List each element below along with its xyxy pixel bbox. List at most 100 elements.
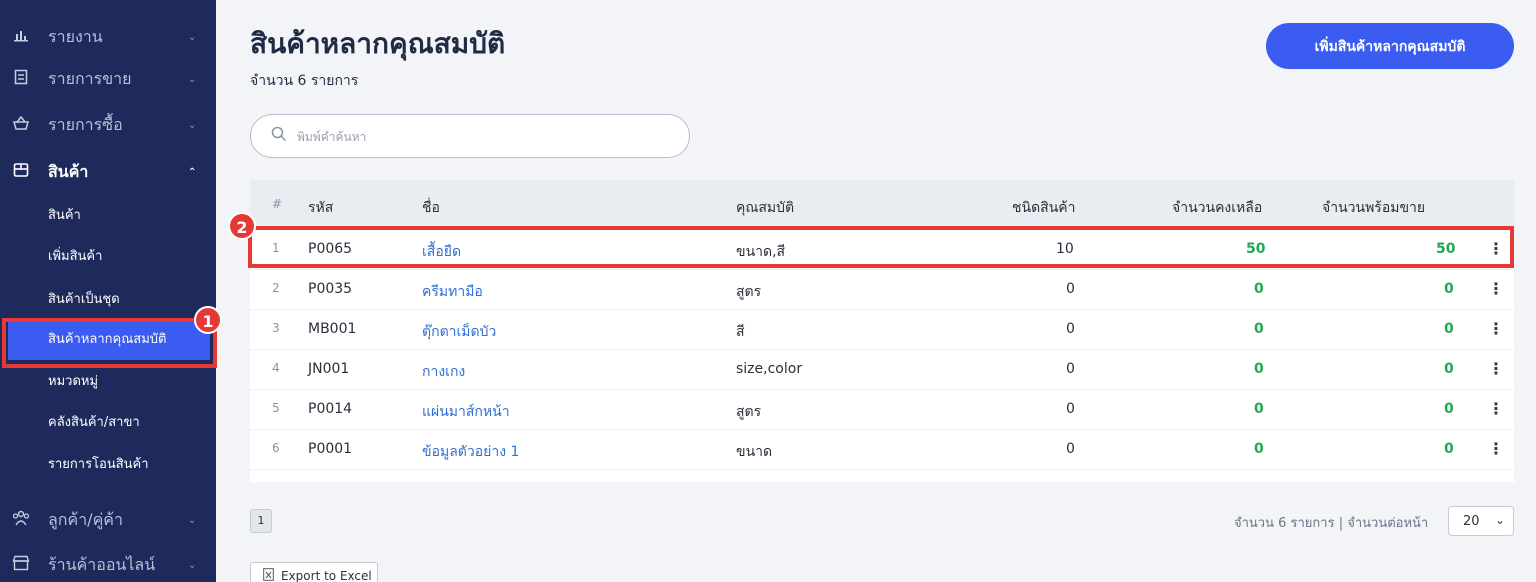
row-index: 3 — [272, 321, 280, 335]
col-header-code[interactable]: รหัส — [308, 197, 333, 219]
per-page-value: 20 — [1463, 514, 1480, 529]
sidebar-item-categories[interactable]: หมวดหมู่ — [48, 372, 98, 392]
nav-group-label: รายงาน — [48, 26, 103, 46]
page-button[interactable]: 1 — [250, 509, 272, 533]
row-name-link[interactable]: กางเกง — [422, 361, 465, 383]
row-product-types: 0 — [1066, 361, 1075, 377]
row-code: P0035 — [308, 281, 353, 297]
row-attributes: สูตร — [736, 404, 762, 420]
row-attributes: ขนาด — [736, 444, 773, 460]
more-options-icon[interactable]: ⋮ — [1488, 439, 1504, 458]
chart-icon — [12, 28, 30, 46]
row-stock: 0 — [1254, 401, 1264, 417]
row-attributes: สูตร — [736, 284, 762, 300]
table-row[interactable]: 3 MB001 ตุ๊กตาเม็ดบัว สี 0 0 0 ⋮ — [250, 310, 1514, 350]
row-stock: 0 — [1254, 321, 1264, 337]
nav-group-label: ร้านค้าออนไลน์ — [48, 554, 156, 574]
row-stock: 0 — [1254, 441, 1264, 457]
row-code: P0014 — [308, 401, 353, 417]
add-variant-product-button[interactable]: เพิ่มสินค้าหลากคุณสมบัติ — [1266, 23, 1514, 69]
row-stock: 0 — [1254, 361, 1264, 377]
row-name-link[interactable]: ตุ๊กตาเม็ดบัว — [422, 321, 496, 343]
nav-group-label: รายการซื้อ — [48, 114, 123, 134]
nav-group-customers[interactable]: ลูกค้า/คู่ค้า ⌄ — [0, 505, 216, 535]
row-ready: 0 — [1444, 401, 1454, 417]
row-index: 4 — [272, 361, 280, 375]
store-icon — [12, 555, 30, 575]
sidebar-item-products[interactable]: สินค้า — [48, 206, 81, 226]
search-input[interactable] — [297, 125, 677, 149]
row-name-link[interactable]: ครีมทามือ — [422, 281, 483, 303]
chevron-down-icon: ⌄ — [1495, 513, 1506, 527]
nav-group-label: ลูกค้า/คู่ค้า — [48, 509, 123, 529]
row-code: P0001 — [308, 441, 353, 457]
more-options-icon[interactable]: ⋮ — [1488, 359, 1504, 378]
more-options-icon[interactable]: ⋮ — [1488, 319, 1504, 338]
nav-group-sales[interactable]: รายการขาย ⌄ — [0, 64, 216, 94]
table-row[interactable]: 2 P0035 ครีมทามือ สูตร 0 0 0 ⋮ — [250, 270, 1514, 310]
search-box[interactable] — [250, 114, 690, 158]
row-ready: 0 — [1444, 281, 1454, 297]
excel-file-icon — [263, 568, 274, 582]
more-options-icon[interactable]: ⋮ — [1488, 279, 1504, 298]
row-name-link[interactable]: ข้อมูลตัวอย่าง 1 — [422, 441, 519, 463]
row-index: 6 — [272, 441, 280, 455]
col-header-ready-to-sell[interactable]: จำนวนพร้อมขาย — [1322, 197, 1425, 219]
row-ready: 0 — [1444, 321, 1454, 337]
callout-highlight-sidebar — [2, 318, 217, 368]
callout-badge: 1 — [194, 306, 222, 334]
sidebar-item-transfers[interactable]: รายการโอนสินค้า — [48, 455, 149, 475]
table-row[interactable]: 4 JN001 กางเกง size,color 0 0 0 ⋮ — [250, 350, 1514, 390]
table-row[interactable]: 5 P0014 แผ่นมาส์กหน้า สูตร 0 0 0 ⋮ — [250, 390, 1514, 430]
page-title: สินค้าหลากคุณสมบัติ — [250, 27, 506, 60]
row-code: MB001 — [308, 321, 357, 337]
col-header-attributes[interactable]: คุณสมบัติ — [736, 197, 794, 219]
pagination-summary: จำนวน 6 รายการ | จำนวนต่อหน้า — [1234, 516, 1429, 531]
nav-group-reports[interactable]: รายงาน ⌄ — [0, 22, 216, 52]
row-attributes: size,color — [736, 361, 803, 377]
row-stock: 0 — [1254, 281, 1264, 297]
sidebar-item-warehouses[interactable]: คลังสินค้า/สาขา — [48, 413, 140, 433]
export-excel-button[interactable]: Export to Excel — [250, 562, 378, 582]
row-product-types: 0 — [1066, 281, 1075, 297]
search-icon — [271, 126, 287, 146]
chevron-down-icon: ⌄ — [188, 119, 197, 131]
table-header: # รหัส ชื่อ คุณสมบัติ ชนิดสินค้า จำนวนคง… — [250, 180, 1514, 230]
callout-highlight-row — [248, 226, 1514, 268]
chevron-down-icon: ⌄ — [188, 31, 197, 43]
users-icon — [12, 510, 30, 530]
sidebar-item-product-sets[interactable]: สินค้าเป็นชุด — [48, 290, 120, 310]
export-label: Export to Excel — [281, 569, 372, 582]
more-options-icon[interactable]: ⋮ — [1488, 399, 1504, 418]
box-icon — [12, 162, 30, 182]
row-name-link[interactable]: แผ่นมาส์กหน้า — [422, 401, 510, 423]
col-header-stock[interactable]: จำนวนคงเหลือ — [1172, 197, 1262, 219]
per-page-select[interactable]: 20 ⌄ — [1448, 506, 1514, 536]
col-header-index: # — [272, 197, 283, 211]
col-header-product-types[interactable]: ชนิดสินค้า — [1012, 197, 1076, 219]
chevron-down-icon: ⌄ — [188, 514, 197, 526]
sidebar-item-add-product[interactable]: เพิ่มสินค้า — [48, 247, 102, 267]
chevron-down-icon: ⌄ — [188, 559, 197, 571]
nav-group-label: สินค้า — [48, 161, 89, 181]
nav-group-online-store[interactable]: ร้านค้าออนไลน์ ⌄ — [0, 550, 216, 580]
basket-icon — [12, 115, 30, 134]
receipt-icon — [12, 69, 30, 89]
table-row[interactable]: 6 P0001 ข้อมูลตัวอย่าง 1 ขนาด 0 0 0 ⋮ — [250, 430, 1514, 470]
nav-group-purchases[interactable]: รายการซื้อ ⌄ — [0, 110, 216, 140]
row-product-types: 0 — [1066, 321, 1075, 337]
chevron-up-icon: ⌃ — [188, 166, 197, 178]
row-product-types: 0 — [1066, 401, 1075, 417]
row-index: 5 — [272, 401, 280, 415]
nav-group-label: รายการขาย — [48, 68, 132, 88]
callout-badge: 2 — [228, 212, 256, 240]
col-header-name[interactable]: ชื่อ — [422, 197, 440, 219]
nav-group-products[interactable]: สินค้า ⌃ — [0, 157, 216, 187]
row-code: JN001 — [308, 361, 350, 377]
row-ready: 0 — [1444, 361, 1454, 377]
item-count: จำนวน 6 รายการ — [250, 73, 359, 89]
sidebar: รายงาน ⌄ รายการขาย ⌄ รายการซื้อ ⌄ สินค้า… — [0, 0, 216, 582]
row-index: 2 — [272, 281, 280, 295]
row-ready: 0 — [1444, 441, 1454, 457]
row-product-types: 0 — [1066, 441, 1075, 457]
